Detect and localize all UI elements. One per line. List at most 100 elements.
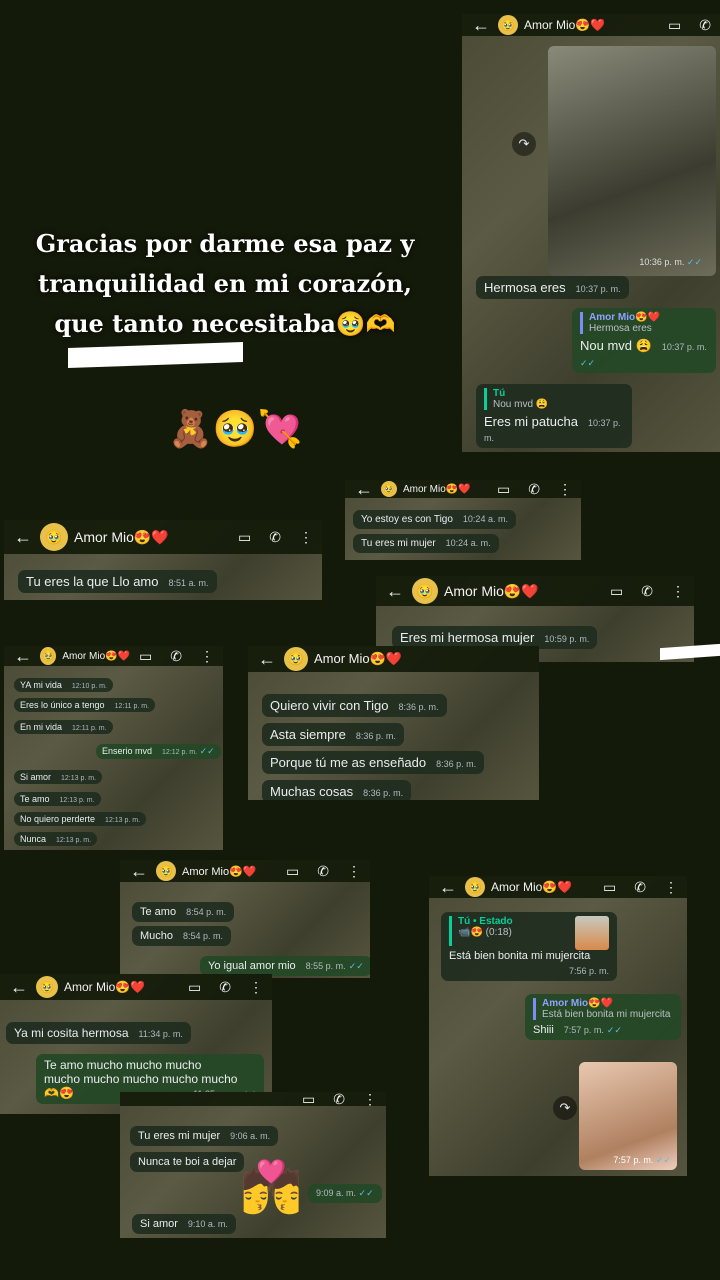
kebab-menu-icon[interactable]: ⋮ bbox=[363, 1092, 377, 1108]
message-bubble[interactable]: YA mi vida 12:10 p. m. bbox=[14, 678, 113, 692]
reply-bubble[interactable]: Amor Mio😍❤️ Hermosa eres Nou mvd 😩 10:37 p… bbox=[572, 308, 716, 373]
phone-icon[interactable]: ✆ bbox=[528, 481, 540, 498]
message-bubble[interactable]: Yo igual amor mio 8:55 p. m. ✓✓ bbox=[200, 956, 370, 976]
message-bubble[interactable]: Yo estoy es con Tigo 10:24 a. m. bbox=[353, 510, 516, 529]
chat-panel-8: ← 🥹 Amor Mio😍❤️ ▭ ✆ ⋮ Tú • Estado 📹😍 (0:… bbox=[429, 876, 687, 1176]
kebab-menu-icon[interactable]: ⋮ bbox=[249, 979, 263, 996]
video-call-icon[interactable]: ▭ bbox=[668, 17, 681, 34]
message-bubble[interactable]: 9:09 a. m. ✓✓ bbox=[308, 1184, 382, 1203]
contact-name[interactable]: Amor Mio😍❤️ bbox=[74, 529, 229, 546]
message-bubble[interactable]: Asta siempre 8:36 p. m. bbox=[262, 723, 404, 746]
message-bubble[interactable]: Mucho 8:54 p. m. bbox=[132, 926, 232, 946]
back-arrow-icon[interactable]: ← bbox=[355, 480, 373, 500]
message-bubble[interactable]: Enserio mvd 12:12 p. m. ✓✓ bbox=[96, 744, 221, 759]
message-bubble[interactable]: Quiero vivir con Tigo 8:36 p. m. bbox=[262, 694, 447, 717]
phone-icon[interactable]: ✆ bbox=[634, 879, 646, 896]
avatar[interactable]: 🥹 bbox=[465, 877, 485, 897]
contact-name[interactable]: Amor Mio😍❤️ bbox=[444, 583, 601, 600]
video-call-icon[interactable]: ▭ bbox=[188, 979, 201, 996]
avatar[interactable]: 🥹 bbox=[381, 481, 397, 497]
decor-emojis: 🧸🥹💘 bbox=[168, 408, 303, 449]
photo-message[interactable]: 10:36 p. m. ✓✓ bbox=[548, 46, 716, 276]
status-thumbnail[interactable] bbox=[575, 916, 609, 950]
back-arrow-icon[interactable]: ← bbox=[14, 527, 32, 548]
kebab-menu-icon[interactable]: ⋮ bbox=[671, 583, 685, 600]
contact-name[interactable]: Amor Mio😍❤️ bbox=[491, 880, 594, 894]
heading-line-2: tranquilidad en mi corazón, bbox=[38, 269, 412, 298]
quoted-message[interactable]: Tú Nou mvd 😩 bbox=[484, 388, 624, 410]
status-reply-bubble[interactable]: Tú • Estado 📹😍 (0:18) Está bien bonita m… bbox=[441, 912, 617, 981]
avatar[interactable]: 🥹 bbox=[36, 976, 58, 998]
back-arrow-icon[interactable]: ← bbox=[439, 877, 457, 898]
message-bubble[interactable]: Porque tú me as enseñado 8:36 p. m. bbox=[262, 751, 485, 774]
chat-panel-7: ← 🥹 Amor Mio😍❤️ ▭ ✆ ⋮ Te amo 8:54 p. m. M… bbox=[120, 860, 370, 978]
video-call-icon[interactable]: ▭ bbox=[497, 481, 510, 498]
message-bubble[interactable]: Tu eres mi mujer 10:24 a. m. bbox=[353, 534, 499, 553]
quoted-message[interactable]: Amor Mio😍❤️ Hermosa eres bbox=[580, 312, 708, 334]
message-bubble[interactable]: No quiero perderte 12:13 p. m. bbox=[14, 812, 147, 826]
reply-bubble[interactable]: Amor Mio😍❤️ Está bien bonita mi mujercita… bbox=[525, 994, 681, 1040]
back-arrow-icon[interactable]: ← bbox=[472, 15, 490, 36]
avatar[interactable]: 🥹 bbox=[412, 578, 438, 604]
contact-name[interactable]: Amor Mio😍❤️ bbox=[314, 651, 539, 667]
kebab-menu-icon[interactable]: ⋮ bbox=[200, 648, 214, 665]
avatar[interactable]: 🥹 bbox=[156, 861, 176, 881]
quoted-message[interactable]: Amor Mio😍❤️ Está bien bonita mi mujercita bbox=[533, 998, 673, 1020]
video-call-icon[interactable]: ▭ bbox=[603, 879, 616, 896]
message-bubble[interactable]: Tu eres la que Llo amo 8:51 a. m. bbox=[18, 570, 217, 593]
message-bubble[interactable]: Tu eres mi mujer 9:06 a. m. bbox=[130, 1126, 279, 1146]
video-call-icon[interactable]: ▭ bbox=[286, 863, 299, 880]
kebab-menu-icon[interactable]: ⋮ bbox=[299, 529, 313, 546]
contact-name[interactable]: Amor Mio😍❤️ bbox=[64, 980, 179, 994]
photo-time: 10:36 p. m. ✓✓ bbox=[639, 257, 702, 267]
video-call-icon[interactable]: ▭ bbox=[238, 529, 251, 546]
message-bubble[interactable]: En mi vida 12:11 p. m. bbox=[14, 720, 113, 734]
message-bubble[interactable]: Muchas cosas 8:36 p. m. bbox=[262, 780, 412, 800]
back-arrow-icon[interactable]: ← bbox=[130, 861, 148, 882]
back-arrow-icon[interactable]: ← bbox=[10, 977, 28, 998]
video-call-icon[interactable]: ▭ bbox=[302, 1092, 315, 1108]
message-bubble[interactable]: Nunca te boi a dejar bbox=[130, 1152, 245, 1172]
message-bubble[interactable]: Te amo 8:54 p. m. bbox=[132, 902, 235, 922]
back-arrow-icon[interactable]: ← bbox=[258, 649, 276, 670]
message-bubble[interactable]: Eres lo único a tengo 12:11 p. m. bbox=[14, 698, 156, 712]
phone-icon[interactable]: ✆ bbox=[317, 863, 329, 880]
avatar[interactable]: 🥹 bbox=[40, 647, 57, 665]
avatar[interactable]: 🥹 bbox=[498, 15, 518, 35]
chat-panel-10: ▭ ✆ ⋮ Tu eres mi mujer 9:06 a. m. Nunca t… bbox=[120, 1092, 386, 1238]
kebab-menu-icon[interactable]: ⋮ bbox=[664, 879, 678, 896]
phone-icon[interactable]: ✆ bbox=[641, 583, 653, 600]
photo-time: 7:57 p. m. ✓✓ bbox=[613, 1155, 671, 1165]
message-bubble[interactable]: Ya mi cosita hermosa 11:34 p. m. bbox=[6, 1022, 191, 1044]
chat-panel-6: ← 🥹 Amor Mio😍❤️ Quiero vivir con Tigo 8:3… bbox=[248, 646, 539, 800]
forward-icon[interactable]: ↷ bbox=[553, 1096, 577, 1120]
back-arrow-icon[interactable]: ← bbox=[14, 646, 32, 667]
back-arrow-icon[interactable]: ← bbox=[386, 581, 404, 602]
video-call-icon[interactable]: ▭ bbox=[139, 648, 152, 665]
contact-name[interactable]: Amor Mio😍❤️ bbox=[182, 865, 277, 878]
quoted-status[interactable]: Tú • Estado 📹😍 (0:18) bbox=[449, 916, 609, 950]
phone-icon[interactable]: ✆ bbox=[699, 17, 711, 34]
phone-icon[interactable]: ✆ bbox=[170, 648, 182, 665]
avatar[interactable]: 🥹 bbox=[284, 647, 308, 671]
phone-icon[interactable]: ✆ bbox=[333, 1092, 345, 1108]
avatar[interactable]: 🥹 bbox=[40, 523, 68, 551]
chat-header: ← 🥹 Amor Mio😍❤️ bbox=[248, 646, 539, 672]
message-bubble[interactable]: Hermosa eres 10:37 p. m. bbox=[476, 276, 629, 299]
contact-name[interactable]: Amor Mio😍❤️ bbox=[403, 484, 488, 495]
video-call-icon[interactable]: ▭ bbox=[610, 583, 623, 600]
message-bubble[interactable]: Si amor 12:13 p. m. bbox=[14, 770, 103, 784]
message-bubble[interactable]: Nunca 12:13 p. m. bbox=[14, 832, 98, 846]
phone-icon[interactable]: ✆ bbox=[269, 529, 281, 546]
forward-icon[interactable]: ↷ bbox=[512, 132, 536, 156]
contact-name[interactable]: Amor Mio😍❤️ bbox=[62, 651, 130, 662]
phone-icon[interactable]: ✆ bbox=[219, 979, 231, 996]
reply-bubble[interactable]: Tú Nou mvd 😩 Eres mi patucha 10:37 p. m. bbox=[476, 384, 632, 448]
message-bubble[interactable]: Si amor 9:10 a. m. bbox=[132, 1214, 236, 1234]
contact-name[interactable]: Amor Mio😍❤️ bbox=[524, 18, 659, 32]
kebab-menu-icon[interactable]: ⋮ bbox=[347, 863, 361, 880]
message-bubble[interactable]: Te amo 12:13 p. m. bbox=[14, 792, 101, 806]
photo-message[interactable]: 7:57 p. m. ✓✓ bbox=[579, 1062, 677, 1170]
kebab-menu-icon[interactable]: ⋮ bbox=[558, 481, 572, 498]
heading-line-1: Gracias por darme esa paz y bbox=[35, 229, 415, 258]
